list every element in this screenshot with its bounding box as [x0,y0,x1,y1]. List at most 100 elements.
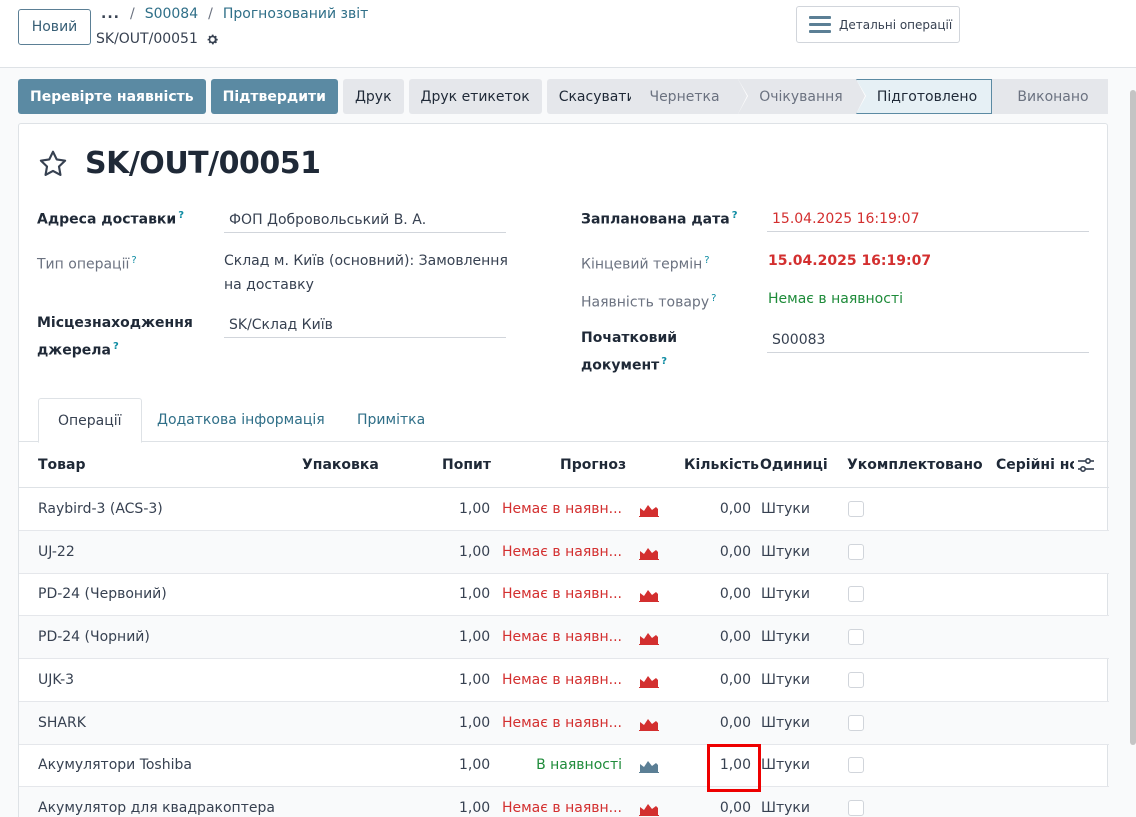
stage-waiting-label: Очікування [759,88,843,105]
table-row[interactable]: Акумулятор для квадракоптера 1,00 Немає в … [19,786,1109,817]
status-bar: Чернетка Очікування Підготовлено Виконан… [631,79,1108,114]
detailed-operations-label: Детальні операції [839,17,953,32]
col-demand[interactable]: Попит [442,457,491,473]
col-forecast[interactable]: Прогноз [560,457,626,473]
forecast-chart-icon[interactable] [639,588,659,603]
tab-note[interactable]: Примітка [338,398,444,442]
demand-value: 1,00 [459,671,491,688]
quantity-value[interactable]: 0,00 [720,800,751,816]
table-row[interactable]: PD-24 (Чорний) 1,00 Немає в наявн... 0,00 Шт… [19,616,1109,660]
table-row[interactable]: Акумулятори Toshiba 1,00 В наявності 1,00 Шт… [19,744,1109,788]
new-button[interactable]: Новий [18,9,91,45]
quantity-value[interactable]: 0,00 [720,586,751,602]
quantity-value[interactable]: 0,00 [720,715,751,731]
picked-checkbox[interactable] [848,586,864,603]
quantity-value[interactable]: 0,00 [720,629,751,645]
source-location-label-line1: Місцезнаходження [37,315,193,331]
breadcrumb-more[interactable]: ... [101,6,120,22]
delivery-address-field[interactable]: ФОП Добровольський В. А. [224,208,506,233]
stage-draft-label: Чернетка [649,88,720,105]
breadcrumb-separator: / [208,6,213,22]
picked-checkbox[interactable] [848,629,864,646]
scrollbar[interactable] [1130,90,1136,745]
breadcrumb: ... / S00084 / Прогнозований звіт [101,6,368,22]
forecast-status: Немає в наявн... [501,799,622,816]
table-row[interactable]: Raybird-3 (ACS-3) 1,00 Немає в наявн... 0,0… [19,488,1109,531]
help-icon[interactable]: ? [131,255,136,266]
picked-checkbox[interactable] [848,501,864,517]
help-icon[interactable]: ? [661,356,667,367]
stage-ready-label: Підготовлено [876,88,978,105]
print-button[interactable]: Друк [342,79,404,114]
col-serials[interactable]: Серійні но [996,457,1074,473]
forecast-chart-icon[interactable] [639,759,659,774]
title-row: SK/OUT/00051 [37,146,321,181]
stage-ready[interactable]: Підготовлено [856,79,992,114]
operation-type-value[interactable]: Склад м. Київ (основний): Замовлення на … [224,249,524,297]
picked-checkbox[interactable] [848,671,864,688]
col-product[interactable]: Товар [38,457,86,473]
col-packaging[interactable]: Упаковка [302,457,379,473]
detailed-operations-button[interactable]: Детальні операції [796,6,960,43]
help-icon[interactable]: ? [704,255,709,266]
help-icon[interactable]: ? [178,210,184,221]
highlight-box [707,744,761,792]
product-name: PD-24 (Чорний) [38,629,150,646]
stage-done-label: Виконано [1017,88,1089,105]
forecast-status: Немає в наявн... [501,671,622,688]
demand-value: 1,00 [459,799,491,816]
product-name: UJK-3 [38,671,75,688]
table-row[interactable]: PD-24 (Червоний) 1,00 Немає в наявн... 0,00… [19,573,1109,617]
forecast-chart-icon[interactable] [639,674,659,688]
picked-checkbox[interactable] [848,714,864,731]
quantity-value[interactable]: 0,00 [720,501,751,517]
forecast-chart-icon[interactable] [639,717,659,731]
forecast-status: Немає в наявн... [501,714,622,731]
stage-done[interactable]: Виконано [992,79,1108,114]
source-document-field[interactable]: S00083 [767,328,1089,353]
tab-operations[interactable]: Операції [38,398,142,443]
quantity-value[interactable]: 0,00 [720,672,751,688]
delivery-address-label-text: Адреса доставки [37,211,177,228]
table-row[interactable]: UJ-22 1,00 Немає в наявн... 0,00 Штуки [19,530,1109,574]
table-row[interactable]: SHARK 1,00 Немає в наявн... 0,00 Штуки [19,701,1109,745]
scheduled-date-field[interactable]: 15.04.2025 16:19:07 [767,207,1089,232]
forecast-chart-icon[interactable] [639,546,659,560]
picked-checkbox[interactable] [848,543,864,560]
validate-button[interactable]: Підтвердити [210,79,338,114]
source-document-label: Початковий документ? [581,326,677,378]
tab-additional-info[interactable]: Додаткова інформація [138,398,344,442]
picked-checkbox[interactable] [848,757,864,774]
product-name: SHARK [38,714,86,731]
gear-icon[interactable] [206,33,219,46]
delivery-address-label: Адреса доставки? [37,204,184,232]
forecast-chart-icon[interactable] [639,802,659,816]
check-availability-button[interactable]: Перевірте наявність [18,79,206,114]
col-quantity[interactable]: Кількість [684,457,759,473]
forecast-chart-icon[interactable] [639,631,659,646]
print-labels-button[interactable]: Друк етикеток [408,79,542,114]
stage-draft[interactable]: Чернетка [631,79,748,114]
source-location-label: Місцезнаходження джерела? [37,311,207,363]
help-icon[interactable]: ? [711,293,716,304]
col-picked[interactable]: Укомплектовано [847,457,983,473]
breadcrumb-sale-order[interactable]: S00084 [145,6,198,22]
product-name: PD-24 (Червоний) [38,586,167,603]
forecast-status: В наявності [536,757,622,774]
picked-checkbox[interactable] [848,799,864,816]
column-options-icon[interactable] [1077,457,1095,473]
col-uom[interactable]: Одиниці [760,457,828,473]
stage-waiting[interactable]: Очікування [738,79,866,114]
star-icon[interactable] [37,148,69,180]
operation-type-label: Тип операції? [37,249,137,277]
help-icon[interactable]: ? [732,210,738,221]
help-icon[interactable]: ? [113,341,119,352]
table-row[interactable]: UJK-3 1,00 Немає в наявн... 0,00 Штуки [19,659,1109,702]
forecast-chart-icon[interactable] [639,503,659,517]
source-document-label-line1: Початковий [581,330,678,346]
quantity-value[interactable]: 0,00 [720,544,751,560]
uom-value: Штуки [761,543,810,560]
source-location-field[interactable]: SK/Склад Київ [224,313,506,338]
breadcrumb-forecast-report[interactable]: Прогнозований звіт [223,6,368,22]
record-name: SK/OUT/00051 [96,31,219,47]
